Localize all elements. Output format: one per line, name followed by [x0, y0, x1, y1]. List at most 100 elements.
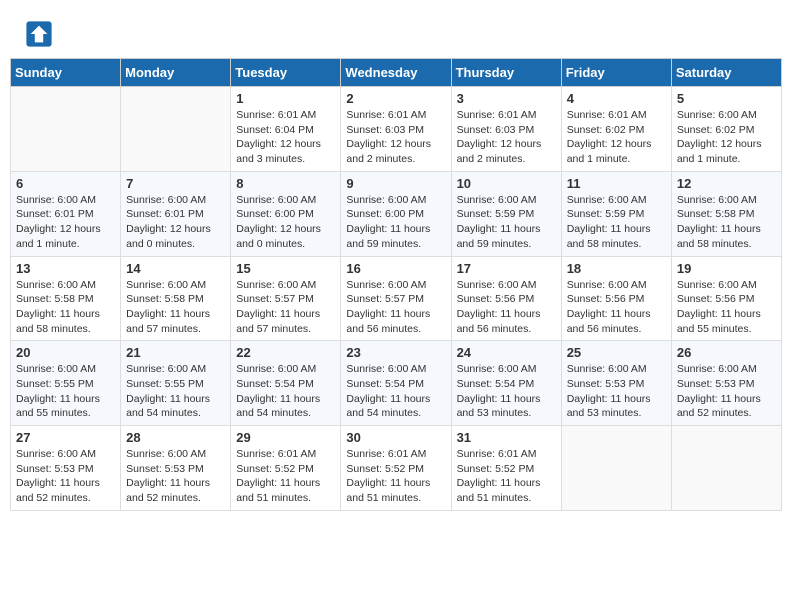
day-number: 16 — [346, 261, 445, 276]
day-info: Sunrise: 6:00 AM Sunset: 5:56 PM Dayligh… — [457, 278, 556, 337]
calendar-header-row: SundayMondayTuesdayWednesdayThursdayFrid… — [11, 59, 782, 87]
calendar-cell: 26 Sunrise: 6:00 AM Sunset: 5:53 PM Dayli… — [671, 341, 781, 426]
day-number: 3 — [457, 91, 556, 106]
day-info: Sunrise: 6:00 AM Sunset: 5:59 PM Dayligh… — [567, 193, 666, 252]
day-number: 8 — [236, 176, 335, 191]
calendar-cell: 27 Sunrise: 6:00 AM Sunset: 5:53 PM Dayli… — [11, 426, 121, 511]
day-number: 4 — [567, 91, 666, 106]
day-info: Sunrise: 6:01 AM Sunset: 6:03 PM Dayligh… — [346, 108, 445, 167]
calendar-cell: 8 Sunrise: 6:00 AM Sunset: 6:00 PM Daylig… — [231, 171, 341, 256]
day-header-tuesday: Tuesday — [231, 59, 341, 87]
day-number: 9 — [346, 176, 445, 191]
calendar-week-row: 27 Sunrise: 6:00 AM Sunset: 5:53 PM Dayli… — [11, 426, 782, 511]
calendar-cell: 30Sunrise: 6:01 AM Sunset: 5:52 PM Dayli… — [341, 426, 451, 511]
calendar-cell: 12Sunrise: 6:00 AM Sunset: 5:58 PM Dayli… — [671, 171, 781, 256]
calendar-week-row: 6 Sunrise: 6:00 AM Sunset: 6:01 PM Daylig… — [11, 171, 782, 256]
calendar-cell — [671, 426, 781, 511]
day-info: Sunrise: 6:01 AM Sunset: 5:52 PM Dayligh… — [236, 447, 335, 506]
day-info: Sunrise: 6:00 AM Sunset: 6:01 PM Dayligh… — [16, 193, 115, 252]
day-info: Sunrise: 6:00 AM Sunset: 5:53 PM Dayligh… — [126, 447, 225, 506]
calendar-cell: 10 Sunrise: 6:00 AM Sunset: 5:59 PM Dayli… — [451, 171, 561, 256]
calendar-cell: 20Sunrise: 6:00 AM Sunset: 5:55 PM Dayli… — [11, 341, 121, 426]
day-info: Sunrise: 6:00 AM Sunset: 5:53 PM Dayligh… — [16, 447, 115, 506]
day-info: Sunrise: 6:00 AM Sunset: 6:01 PM Dayligh… — [126, 193, 225, 252]
calendar-week-row: 20 Sunrise: 6:00 AM Sunset: 5:55 PM Dayli… — [11, 341, 782, 426]
calendar-cell: 17 Sunrise: 6:00 AM Sunset: 5:56 PM Dayli… — [451, 256, 561, 341]
day-header-sunday: Sunday — [11, 59, 121, 87]
calendar-cell: 21 Sunrise: 6:00 AM Sunset: 5:55 PM Dayli… — [121, 341, 231, 426]
day-number: 5 — [677, 91, 776, 106]
calendar-cell: 31 Sunrise: 6:01 AM Sunset: 5:52 PM Dayli… — [451, 426, 561, 511]
calendar-cell: 14 Sunrise: 6:00 AM Sunset: 5:58 PM Dayli… — [121, 256, 231, 341]
calendar-cell: 3 Sunrise: 6:01 AM Sunset: 6:03 PM Daylig… — [451, 87, 561, 172]
day-info: Sunrise: 6:00 AM Sunset: 6:00 PM Dayligh… — [346, 193, 445, 252]
day-header-friday: Friday — [561, 59, 671, 87]
calendar-cell: 23 Sunrise: 6:00 AM Sunset: 5:54 PM Dayli… — [341, 341, 451, 426]
day-number: 15 — [236, 261, 335, 276]
day-number: 19 — [677, 261, 776, 276]
calendar-cell — [561, 426, 671, 511]
day-number: 27 — [16, 430, 115, 445]
calendar-cell — [11, 87, 121, 172]
calendar-week-row: 1 Sunrise: 6:01 AM Sunset: 6:04 PM Daylig… — [11, 87, 782, 172]
day-info: Sunrise: 6:01 AM Sunset: 6:03 PM Dayligh… — [457, 108, 556, 167]
calendar-cell: 4 Sunrise: 6:01 AM Sunset: 6:02 PM Daylig… — [561, 87, 671, 172]
calendar-cell: 29Sunrise: 6:01 AM Sunset: 5:52 PM Dayli… — [231, 426, 341, 511]
day-number: 2 — [346, 91, 445, 106]
day-info: Sunrise: 6:01 AM Sunset: 5:52 PM Dayligh… — [457, 447, 556, 506]
logo-icon — [25, 20, 53, 48]
calendar-cell: 11 Sunrise: 6:00 AM Sunset: 5:59 PM Dayli… — [561, 171, 671, 256]
day-number: 26 — [677, 345, 776, 360]
day-number: 31 — [457, 430, 556, 445]
day-info: Sunrise: 6:00 AM Sunset: 5:55 PM Dayligh… — [126, 362, 225, 421]
day-number: 23 — [346, 345, 445, 360]
page-header — [10, 10, 782, 53]
calendar-cell: 9 Sunrise: 6:00 AM Sunset: 6:00 PM Daylig… — [341, 171, 451, 256]
calendar-cell: 18Sunrise: 6:00 AM Sunset: 5:56 PM Dayli… — [561, 256, 671, 341]
day-number: 10 — [457, 176, 556, 191]
day-number: 24 — [457, 345, 556, 360]
calendar-cell: 19 Sunrise: 6:00 AM Sunset: 5:56 PM Dayli… — [671, 256, 781, 341]
day-header-wednesday: Wednesday — [341, 59, 451, 87]
day-info: Sunrise: 6:00 AM Sunset: 5:58 PM Dayligh… — [126, 278, 225, 337]
day-number: 7 — [126, 176, 225, 191]
day-info: Sunrise: 6:00 AM Sunset: 5:53 PM Dayligh… — [677, 362, 776, 421]
day-number: 30 — [346, 430, 445, 445]
day-info: Sunrise: 6:00 AM Sunset: 5:54 PM Dayligh… — [236, 362, 335, 421]
day-info: Sunrise: 6:00 AM Sunset: 5:54 PM Dayligh… — [457, 362, 556, 421]
calendar-week-row: 13Sunrise: 6:00 AM Sunset: 5:58 PM Dayli… — [11, 256, 782, 341]
calendar-cell: 22Sunrise: 6:00 AM Sunset: 5:54 PM Dayli… — [231, 341, 341, 426]
day-info: Sunrise: 6:00 AM Sunset: 5:56 PM Dayligh… — [567, 278, 666, 337]
day-info: Sunrise: 6:00 AM Sunset: 5:58 PM Dayligh… — [677, 193, 776, 252]
day-info: Sunrise: 6:00 AM Sunset: 5:57 PM Dayligh… — [236, 278, 335, 337]
day-info: Sunrise: 6:01 AM Sunset: 6:02 PM Dayligh… — [567, 108, 666, 167]
calendar-cell: 5 Sunrise: 6:00 AM Sunset: 6:02 PM Daylig… — [671, 87, 781, 172]
calendar-cell: 25 Sunrise: 6:00 AM Sunset: 5:53 PM Dayli… — [561, 341, 671, 426]
calendar-cell: 13Sunrise: 6:00 AM Sunset: 5:58 PM Dayli… — [11, 256, 121, 341]
day-number: 25 — [567, 345, 666, 360]
calendar-cell: 7 Sunrise: 6:00 AM Sunset: 6:01 PM Daylig… — [121, 171, 231, 256]
day-info: Sunrise: 6:01 AM Sunset: 6:04 PM Dayligh… — [236, 108, 335, 167]
day-number: 17 — [457, 261, 556, 276]
day-number: 14 — [126, 261, 225, 276]
calendar-cell: 24 Sunrise: 6:00 AM Sunset: 5:54 PM Dayli… — [451, 341, 561, 426]
day-info: Sunrise: 6:00 AM Sunset: 5:59 PM Dayligh… — [457, 193, 556, 252]
day-number: 21 — [126, 345, 225, 360]
calendar-cell: 2 Sunrise: 6:01 AM Sunset: 6:03 PM Daylig… — [341, 87, 451, 172]
day-number: 11 — [567, 176, 666, 191]
calendar-cell — [121, 87, 231, 172]
calendar-cell: 15 Sunrise: 6:00 AM Sunset: 5:57 PM Dayli… — [231, 256, 341, 341]
day-header-monday: Monday — [121, 59, 231, 87]
calendar-cell: 16Sunrise: 6:00 AM Sunset: 5:57 PM Dayli… — [341, 256, 451, 341]
day-info: Sunrise: 6:00 AM Sunset: 5:54 PM Dayligh… — [346, 362, 445, 421]
day-number: 28 — [126, 430, 225, 445]
day-info: Sunrise: 6:00 AM Sunset: 6:02 PM Dayligh… — [677, 108, 776, 167]
day-info: Sunrise: 6:00 AM Sunset: 5:56 PM Dayligh… — [677, 278, 776, 337]
logo — [25, 20, 55, 48]
day-number: 1 — [236, 91, 335, 106]
day-number: 6 — [16, 176, 115, 191]
day-info: Sunrise: 6:00 AM Sunset: 6:00 PM Dayligh… — [236, 193, 335, 252]
day-header-saturday: Saturday — [671, 59, 781, 87]
day-info: Sunrise: 6:00 AM Sunset: 5:53 PM Dayligh… — [567, 362, 666, 421]
day-number: 20 — [16, 345, 115, 360]
